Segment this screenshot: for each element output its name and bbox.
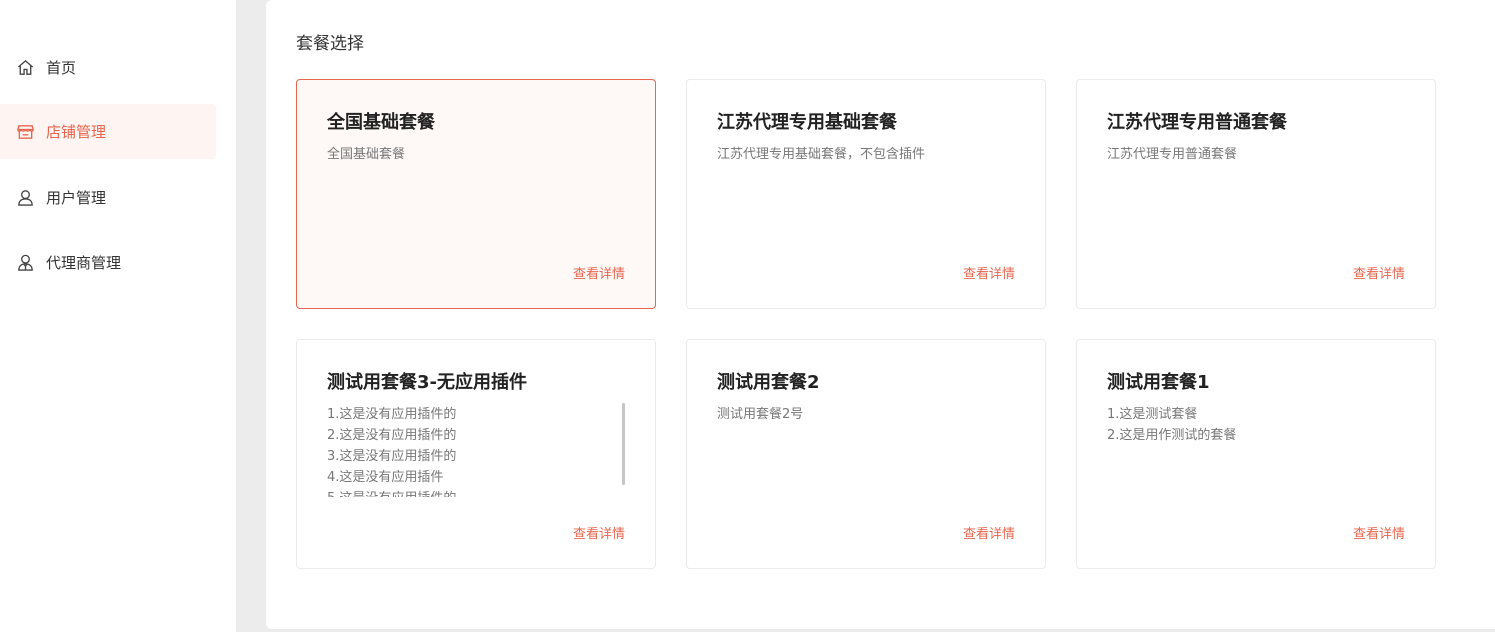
sidebar-item-agents[interactable]: 代理商管理: [0, 235, 216, 290]
section-title: 套餐选择: [296, 34, 364, 54]
package-description: 全国基础套餐: [327, 147, 406, 162]
sidebar-item-label: 用户管理: [46, 189, 107, 207]
package-card[interactable]: 全国基础套餐 全国基础套餐 查看详情: [296, 79, 656, 309]
package-description: 测试用套餐2号: [717, 407, 804, 422]
view-details-link[interactable]: 查看详情: [963, 263, 1015, 282]
package-title: 江苏代理专用普通套餐: [1107, 112, 1287, 133]
package-card[interactable]: 江苏代理专用基础套餐 江苏代理专用基础套餐，不包含插件 查看详情: [686, 79, 1046, 309]
sidebar-item-store[interactable]: 店铺管理: [0, 104, 216, 159]
sidebar-item-label: 代理商管理: [46, 254, 122, 272]
view-details-link[interactable]: 查看详情: [1353, 523, 1405, 542]
description-scrollbar[interactable]: [622, 403, 625, 485]
package-card[interactable]: 测试用套餐3-无应用插件 1.这是没有应用插件的 2.这是没有应用插件的 3.这…: [296, 339, 656, 569]
package-title: 全国基础套餐: [327, 112, 435, 133]
package-title: 测试用套餐3-无应用插件: [327, 372, 527, 393]
home-icon: [15, 58, 35, 78]
package-card[interactable]: 江苏代理专用普通套餐 江苏代理专用普通套餐 查看详情: [1076, 79, 1436, 309]
view-details-link[interactable]: 查看详情: [573, 523, 625, 542]
sidebar: 首页 店铺管理 用户管理 代理商管理: [0, 0, 236, 632]
user-icon: [15, 188, 35, 208]
view-details-link[interactable]: 查看详情: [1353, 263, 1405, 282]
package-title: 江苏代理专用基础套餐: [717, 112, 897, 133]
sidebar-item-users[interactable]: 用户管理: [0, 170, 216, 225]
package-description: 江苏代理专用普通套餐: [1107, 147, 1238, 162]
view-details-link[interactable]: 查看详情: [573, 263, 625, 282]
store-icon: [15, 122, 35, 142]
package-card[interactable]: 测试用套餐1 1.这是测试套餐 2.这是用作测试的套餐 查看详情: [1076, 339, 1436, 569]
main-panel: 套餐选择 全国基础套餐 全国基础套餐 查看详情 江苏代理专用基础套餐 江苏代理专…: [266, 0, 1495, 629]
sidebar-item-label: 首页: [46, 59, 77, 77]
package-description: 江苏代理专用基础套餐，不包含插件: [717, 147, 926, 162]
agent-icon: [15, 253, 35, 273]
package-card[interactable]: 测试用套餐2 测试用套餐2号 查看详情: [686, 339, 1046, 569]
package-title: 测试用套餐1: [1107, 372, 1210, 393]
view-details-link[interactable]: 查看详情: [963, 523, 1015, 542]
package-title: 测试用套餐2: [717, 372, 820, 393]
sidebar-item-home[interactable]: 首页: [0, 40, 216, 95]
package-description: 1.这是测试套餐 2.这是用作测试的套餐: [1107, 407, 1237, 443]
sidebar-item-label: 店铺管理: [46, 123, 107, 141]
package-description: 1.这是没有应用插件的 2.这是没有应用插件的 3.这是没有应用插件的 4.这是…: [327, 407, 457, 497]
